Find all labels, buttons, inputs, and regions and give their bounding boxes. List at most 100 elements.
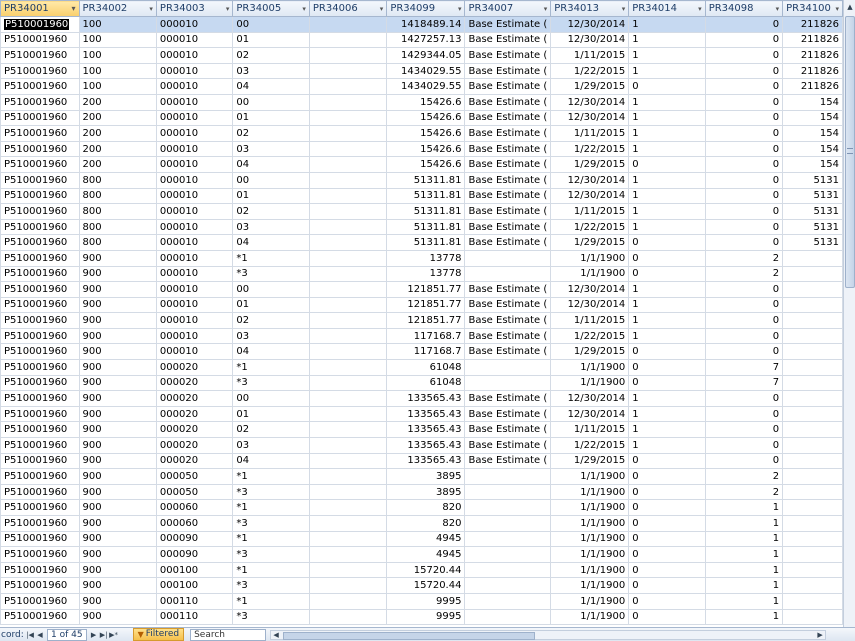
cell-pr34099[interactable]: 3895 bbox=[386, 483, 466, 501]
cell-pr34007[interactable]: Base Estimate ( bbox=[464, 93, 552, 111]
cell-pr34098[interactable]: 0 bbox=[704, 16, 784, 33]
cell-pr34007[interactable] bbox=[464, 592, 552, 610]
cell-pr34007[interactable] bbox=[464, 265, 552, 283]
cell-pr34006[interactable] bbox=[308, 31, 388, 49]
table-row[interactable]: P510001960 900 000060 *1 820 1/1/1900 0 1 bbox=[0, 499, 843, 516]
cell-pr34003[interactable]: 000010 bbox=[155, 203, 234, 220]
cell-pr34099[interactable]: 51311.81 bbox=[386, 218, 466, 236]
column-header-pr34005[interactable]: PR34005 ▾ bbox=[232, 0, 310, 17]
cell-pr34006[interactable] bbox=[308, 327, 388, 345]
cell-pr34098[interactable]: 1 bbox=[704, 546, 784, 563]
cell-pr34001[interactable]: P510001960 bbox=[0, 125, 80, 142]
cell-pr34013[interactable]: 12/30/2014 bbox=[550, 390, 630, 407]
cell-pr34002[interactable]: 200 bbox=[78, 109, 157, 127]
cell-pr34006[interactable] bbox=[308, 93, 388, 111]
cell-pr34100[interactable] bbox=[782, 390, 843, 407]
horizontal-scroll-thumb[interactable] bbox=[283, 631, 536, 640]
table-row[interactable]: P510001960 900 000020 *1 61048 1/1/1900 0 7 bbox=[0, 359, 843, 376]
cell-pr34099[interactable]: 133565.43 bbox=[386, 452, 466, 470]
cell-pr34013[interactable]: 12/30/2014 bbox=[550, 171, 630, 189]
cell-pr34013[interactable]: 1/1/1900 bbox=[550, 499, 630, 516]
cell-pr34100[interactable] bbox=[782, 374, 843, 392]
column-header-pr34006[interactable]: PR34006 ▾ bbox=[308, 0, 388, 17]
cell-pr34003[interactable]: 000010 bbox=[155, 265, 234, 283]
cell-pr34005[interactable]: 01 bbox=[232, 187, 310, 205]
cell-pr34098[interactable]: 2 bbox=[704, 468, 784, 485]
cell-pr34098[interactable]: 0 bbox=[704, 62, 784, 80]
cell-pr34007[interactable]: Base Estimate ( bbox=[464, 171, 552, 189]
table-row[interactable]: P510001960 900 000100 *3 15720.44 1/1/1900 0 1 bbox=[0, 577, 843, 594]
cell-pr34005[interactable]: 00 bbox=[232, 390, 310, 407]
cell-pr34005[interactable]: *3 bbox=[232, 577, 310, 594]
cell-pr34098[interactable]: 0 bbox=[704, 421, 784, 439]
cell-pr34007[interactable] bbox=[464, 374, 552, 392]
cell-pr34014[interactable]: 1 bbox=[628, 405, 706, 423]
cell-pr34005[interactable]: 02 bbox=[232, 125, 310, 142]
cell-pr34100[interactable]: 5131 bbox=[782, 234, 843, 251]
cell-pr34002[interactable]: 900 bbox=[78, 452, 157, 470]
cell-pr34003[interactable]: 000020 bbox=[155, 390, 234, 407]
table-row[interactable]: P510001960 100 000010 01 1427257.13 Base Esti… bbox=[0, 31, 843, 49]
cell-pr34005[interactable]: 02 bbox=[232, 312, 310, 329]
cell-pr34006[interactable] bbox=[308, 421, 388, 439]
cell-pr34005[interactable]: 00 bbox=[232, 281, 310, 298]
cell-pr34014[interactable]: 0 bbox=[628, 515, 706, 532]
table-row[interactable]: P510001960 900 000010 01 121851.77 Base Estim… bbox=[0, 296, 843, 314]
cell-pr34100[interactable] bbox=[782, 405, 843, 423]
cell-pr34013[interactable]: 1/1/1900 bbox=[550, 359, 630, 376]
cell-pr34001[interactable]: P510001960 bbox=[0, 499, 80, 516]
cell-pr34006[interactable] bbox=[308, 16, 388, 33]
search-input[interactable]: Search bbox=[190, 628, 267, 641]
cell-pr34098[interactable]: 0 bbox=[704, 171, 784, 189]
cell-pr34003[interactable]: 000010 bbox=[155, 125, 234, 142]
cell-pr34013[interactable]: 1/11/2015 bbox=[550, 125, 630, 142]
cell-pr34002[interactable]: 900 bbox=[78, 374, 157, 392]
cell-pr34014[interactable]: 1 bbox=[628, 421, 706, 439]
cell-pr34001[interactable]: P510001960 bbox=[0, 171, 80, 189]
filter-dropdown-icon[interactable]: ▾ bbox=[71, 4, 75, 13]
cell-pr34099[interactable]: 117168.7 bbox=[386, 343, 466, 361]
cell-pr34001[interactable]: P510001960 bbox=[0, 546, 80, 563]
table-row[interactable]: P510001960 900 000010 02 121851.77 Base Estim… bbox=[0, 312, 843, 329]
dropdown-arrow-icon[interactable]: ▾ bbox=[458, 5, 462, 13]
current-record-input[interactable]: 1 of 45 bbox=[47, 628, 87, 641]
cell-pr34003[interactable]: 000020 bbox=[155, 405, 234, 423]
cell-pr34006[interactable] bbox=[308, 405, 388, 423]
cell-pr34002[interactable]: 900 bbox=[78, 515, 157, 532]
cell-pr34007[interactable]: Base Estimate ( bbox=[464, 156, 552, 173]
cell-pr34100[interactable]: 211826 bbox=[782, 31, 843, 49]
cell-pr34100[interactable] bbox=[782, 265, 843, 283]
table-row[interactable]: P510001960 900 000020 03 133565.43 Base Estim… bbox=[0, 437, 843, 454]
horizontal-scrollbar[interactable]: ◀ ▶ bbox=[270, 629, 827, 640]
cell-pr34100[interactable] bbox=[782, 343, 843, 361]
cell-pr34002[interactable]: 200 bbox=[78, 156, 157, 173]
cell-pr34099[interactable]: 9995 bbox=[386, 608, 466, 626]
cell-pr34098[interactable]: 0 bbox=[704, 109, 784, 127]
cell-pr34100[interactable]: 211826 bbox=[782, 16, 843, 33]
cell-pr34013[interactable]: 1/1/1900 bbox=[550, 374, 630, 392]
column-header-pr34002[interactable]: PR34002 ▾ bbox=[78, 0, 157, 17]
cell-pr34003[interactable]: 000020 bbox=[155, 374, 234, 392]
column-header-pr34014[interactable]: PR34014 ▾ bbox=[628, 0, 706, 17]
cell-pr34002[interactable]: 900 bbox=[78, 468, 157, 485]
cell-pr34005[interactable]: *1 bbox=[232, 530, 310, 548]
cell-pr34100[interactable]: 154 bbox=[782, 125, 843, 142]
cell-pr34003[interactable]: 000010 bbox=[155, 156, 234, 173]
cell-pr34098[interactable]: 0 bbox=[704, 312, 784, 329]
cell-pr34001[interactable]: P510001960 bbox=[0, 327, 80, 345]
table-row[interactable]: P510001960 900 000020 01 133565.43 Base Estim… bbox=[0, 405, 843, 423]
cell-pr34006[interactable] bbox=[308, 249, 388, 267]
cell-pr34003[interactable]: 000090 bbox=[155, 530, 234, 548]
cell-pr34003[interactable]: 000010 bbox=[155, 281, 234, 298]
table-row[interactable]: P510001960 900 000100 *1 15720.44 1/1/1900 0 1 bbox=[0, 561, 843, 579]
cell-pr34007[interactable]: Base Estimate ( bbox=[464, 125, 552, 142]
cell-pr34014[interactable]: 1 bbox=[628, 125, 706, 142]
table-row[interactable]: P510001960 100 000010 00 1418489.14 Base Esti… bbox=[0, 16, 843, 33]
cell-pr34013[interactable]: 12/30/2014 bbox=[550, 405, 630, 423]
cell-pr34005[interactable]: 00 bbox=[232, 16, 310, 33]
cell-pr34100[interactable] bbox=[782, 530, 843, 548]
cell-pr34098[interactable]: 1 bbox=[704, 515, 784, 532]
cell-pr34001[interactable]: P510001960 bbox=[0, 31, 80, 49]
cell-pr34013[interactable]: 1/11/2015 bbox=[550, 47, 630, 64]
cell-pr34098[interactable]: 0 bbox=[704, 156, 784, 173]
